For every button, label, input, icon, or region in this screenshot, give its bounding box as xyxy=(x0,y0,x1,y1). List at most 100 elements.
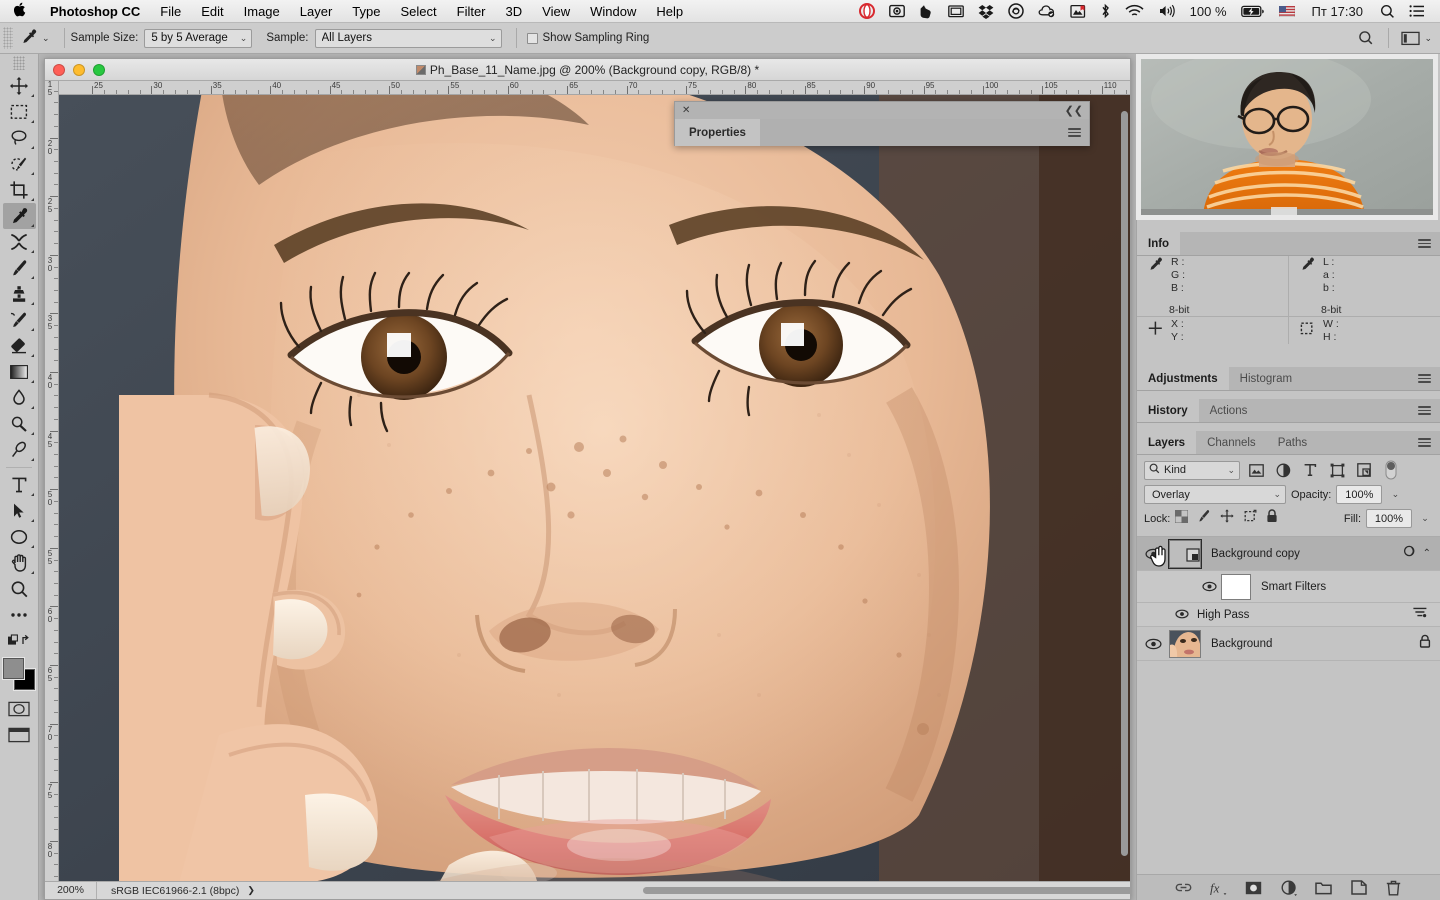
menu-select[interactable]: Select xyxy=(390,0,446,23)
eye-icon[interactable] xyxy=(1175,606,1189,624)
healing-brush-tool[interactable] xyxy=(3,229,36,255)
bluetooth-icon[interactable] xyxy=(1093,3,1118,19)
filter-blending-options-icon[interactable] xyxy=(1412,605,1440,624)
layer-filter-kind-select[interactable]: Kind ⌄ xyxy=(1144,460,1240,480)
battery-charging-icon[interactable] xyxy=(1234,5,1272,18)
new-adjustment-layer-icon[interactable] xyxy=(1279,878,1299,898)
tool-flyout-triangle[interactable] xyxy=(30,545,34,548)
hand-tool[interactable] xyxy=(3,550,36,576)
adjustment-layer-filter-icon[interactable] xyxy=(1272,460,1294,480)
us-flag-icon[interactable] xyxy=(1272,5,1302,17)
minimize-button[interactable] xyxy=(73,63,85,76)
pixel-layer-filter-icon[interactable] xyxy=(1245,460,1267,480)
sample-size-select[interactable]: 5 by 5 Average ⌄ xyxy=(144,28,253,48)
zoom-level-field[interactable]: 200% xyxy=(45,882,97,899)
sample-select[interactable]: All Layers ⌄ xyxy=(314,28,502,48)
ellipse-tool[interactable] xyxy=(3,524,36,550)
wifi-icon[interactable] xyxy=(1118,4,1151,18)
menu-app-name[interactable]: Photoshop CC xyxy=(40,0,150,23)
move-tool[interactable] xyxy=(3,73,36,99)
tab-properties[interactable]: Properties xyxy=(675,119,760,146)
tab-history[interactable]: History xyxy=(1137,399,1199,422)
tab-histogram[interactable]: Histogram xyxy=(1229,367,1303,390)
vertical-ruler[interactable]: 15 20 25 30 35 40 45 50 55 60 65 70 75 80 xyxy=(45,81,59,899)
blur-tool[interactable] xyxy=(3,385,36,411)
tool-flyout-triangle[interactable] xyxy=(30,198,34,201)
fill-stepper-chevron-down-icon[interactable]: ⌄ xyxy=(1417,509,1433,528)
tool-flyout-triangle[interactable] xyxy=(30,250,34,253)
smart-filters-visibility-toggle[interactable] xyxy=(1197,581,1221,592)
tool-flyout-triangle[interactable] xyxy=(30,519,34,522)
lock-image-pixels-icon[interactable] xyxy=(1197,509,1211,528)
menu-type[interactable]: Type xyxy=(342,0,390,23)
menu-help[interactable]: Help xyxy=(646,0,693,23)
screen-mode-icon[interactable] xyxy=(3,628,36,654)
collapse-double-chevron-icon[interactable]: ❮❮ xyxy=(1065,104,1083,117)
panel-menu-icon[interactable] xyxy=(1409,232,1440,255)
chevron-right-icon[interactable]: ❯ xyxy=(239,885,263,896)
checkbox-box[interactable] xyxy=(526,32,538,44)
tool-flyout-triangle[interactable] xyxy=(30,432,34,435)
quick-mask-icon[interactable] xyxy=(3,696,36,722)
clone-stamp-tool[interactable] xyxy=(3,281,36,307)
smart-filter-effects-icon[interactable] xyxy=(1403,544,1417,563)
menu-edit[interactable]: Edit xyxy=(191,0,233,23)
canvas-horizontal-scrollbar[interactable] xyxy=(263,882,1130,899)
tool-flyout-triangle[interactable] xyxy=(30,406,34,409)
opera-icon[interactable] xyxy=(852,3,882,19)
horizontal-ruler[interactable]: 25 30 35 40 45 50 55 60 65 70 75 80 85 90 95 100 105 110 xyxy=(59,81,1130,95)
collapse-chevron-icon[interactable]: ⌃ xyxy=(1423,548,1431,559)
gradient-tool[interactable] xyxy=(3,359,36,385)
menu-view[interactable]: View xyxy=(532,0,580,23)
menu-file[interactable]: File xyxy=(150,0,191,23)
opacity-field[interactable]: 100% xyxy=(1336,485,1383,504)
chevron-down-icon[interactable]: ⌄ xyxy=(42,33,50,44)
tab-actions[interactable]: Actions xyxy=(1199,399,1259,422)
horizontal-scroll-thumb[interactable] xyxy=(642,887,1130,894)
smart-object-thumbnail[interactable] xyxy=(1169,539,1201,568)
lock-artboard-icon[interactable] xyxy=(1243,509,1257,528)
screen-mode-toggle-icon[interactable] xyxy=(3,722,36,748)
edit-toolbar-button[interactable] xyxy=(3,602,36,628)
control-center-icon[interactable] xyxy=(1402,4,1432,18)
tool-flyout-triangle[interactable] xyxy=(30,276,34,279)
properties-panel-titlebar[interactable]: ✕ ❮❮ xyxy=(675,102,1089,119)
dropbox-icon[interactable] xyxy=(971,4,1001,19)
tool-flyout-triangle[interactable] xyxy=(30,354,34,357)
workspace-switcher-icon[interactable]: ⌄ xyxy=(1395,23,1440,53)
tool-flyout-triangle[interactable] xyxy=(30,302,34,305)
type-tool[interactable] xyxy=(3,472,36,498)
crop-tool[interactable] xyxy=(3,177,36,203)
new-group-icon[interactable] xyxy=(1314,878,1334,898)
marquee-tool[interactable] xyxy=(3,99,36,125)
screenshot-camera-icon[interactable] xyxy=(882,4,912,18)
tool-flyout-triangle[interactable] xyxy=(30,328,34,331)
foreground-color-swatch[interactable] xyxy=(2,658,24,679)
panel-menu-icon[interactable] xyxy=(1409,367,1440,390)
filter-toggle-switch-icon[interactable] xyxy=(1380,460,1402,480)
menu-layer[interactable]: Layer xyxy=(290,0,343,23)
tab-layers[interactable]: Layers xyxy=(1137,431,1197,454)
app-icon[interactable] xyxy=(1063,4,1093,19)
menu-3d[interactable]: 3D xyxy=(496,0,533,23)
current-tool-preset-picker[interactable]: ⌄ xyxy=(13,23,58,53)
dodge-tool[interactable] xyxy=(3,411,36,437)
chevron-down-icon[interactable]: ⌄ xyxy=(1424,33,1432,44)
lock-all-icon[interactable] xyxy=(1266,509,1278,528)
tab-paths[interactable]: Paths xyxy=(1267,431,1318,454)
layer-visibility-toggle[interactable] xyxy=(1137,548,1169,560)
layer-name-background-copy[interactable]: Background copy xyxy=(1201,548,1403,560)
shape-layer-filter-icon[interactable] xyxy=(1326,460,1348,480)
filter-name-high-pass[interactable]: High Pass xyxy=(1197,609,1249,621)
toolbar-grip[interactable] xyxy=(13,56,25,70)
filter-mask-thumbnail[interactable] xyxy=(1221,573,1251,600)
panel-menu-icon[interactable] xyxy=(1409,399,1440,422)
tool-flyout-triangle[interactable] xyxy=(30,224,34,227)
eraser-tool[interactable] xyxy=(3,333,36,359)
link-layers-icon[interactable] xyxy=(1174,878,1194,898)
document-title-bar[interactable]: Ph_Base_11_Name.jpg @ 200% (Background c… xyxy=(45,59,1130,81)
layer-row-smart-filters[interactable]: Smart Filters xyxy=(1137,571,1440,603)
zoom-tool[interactable] xyxy=(3,576,36,602)
menu-window[interactable]: Window xyxy=(580,0,646,23)
apple-logo-icon[interactable] xyxy=(0,2,40,20)
